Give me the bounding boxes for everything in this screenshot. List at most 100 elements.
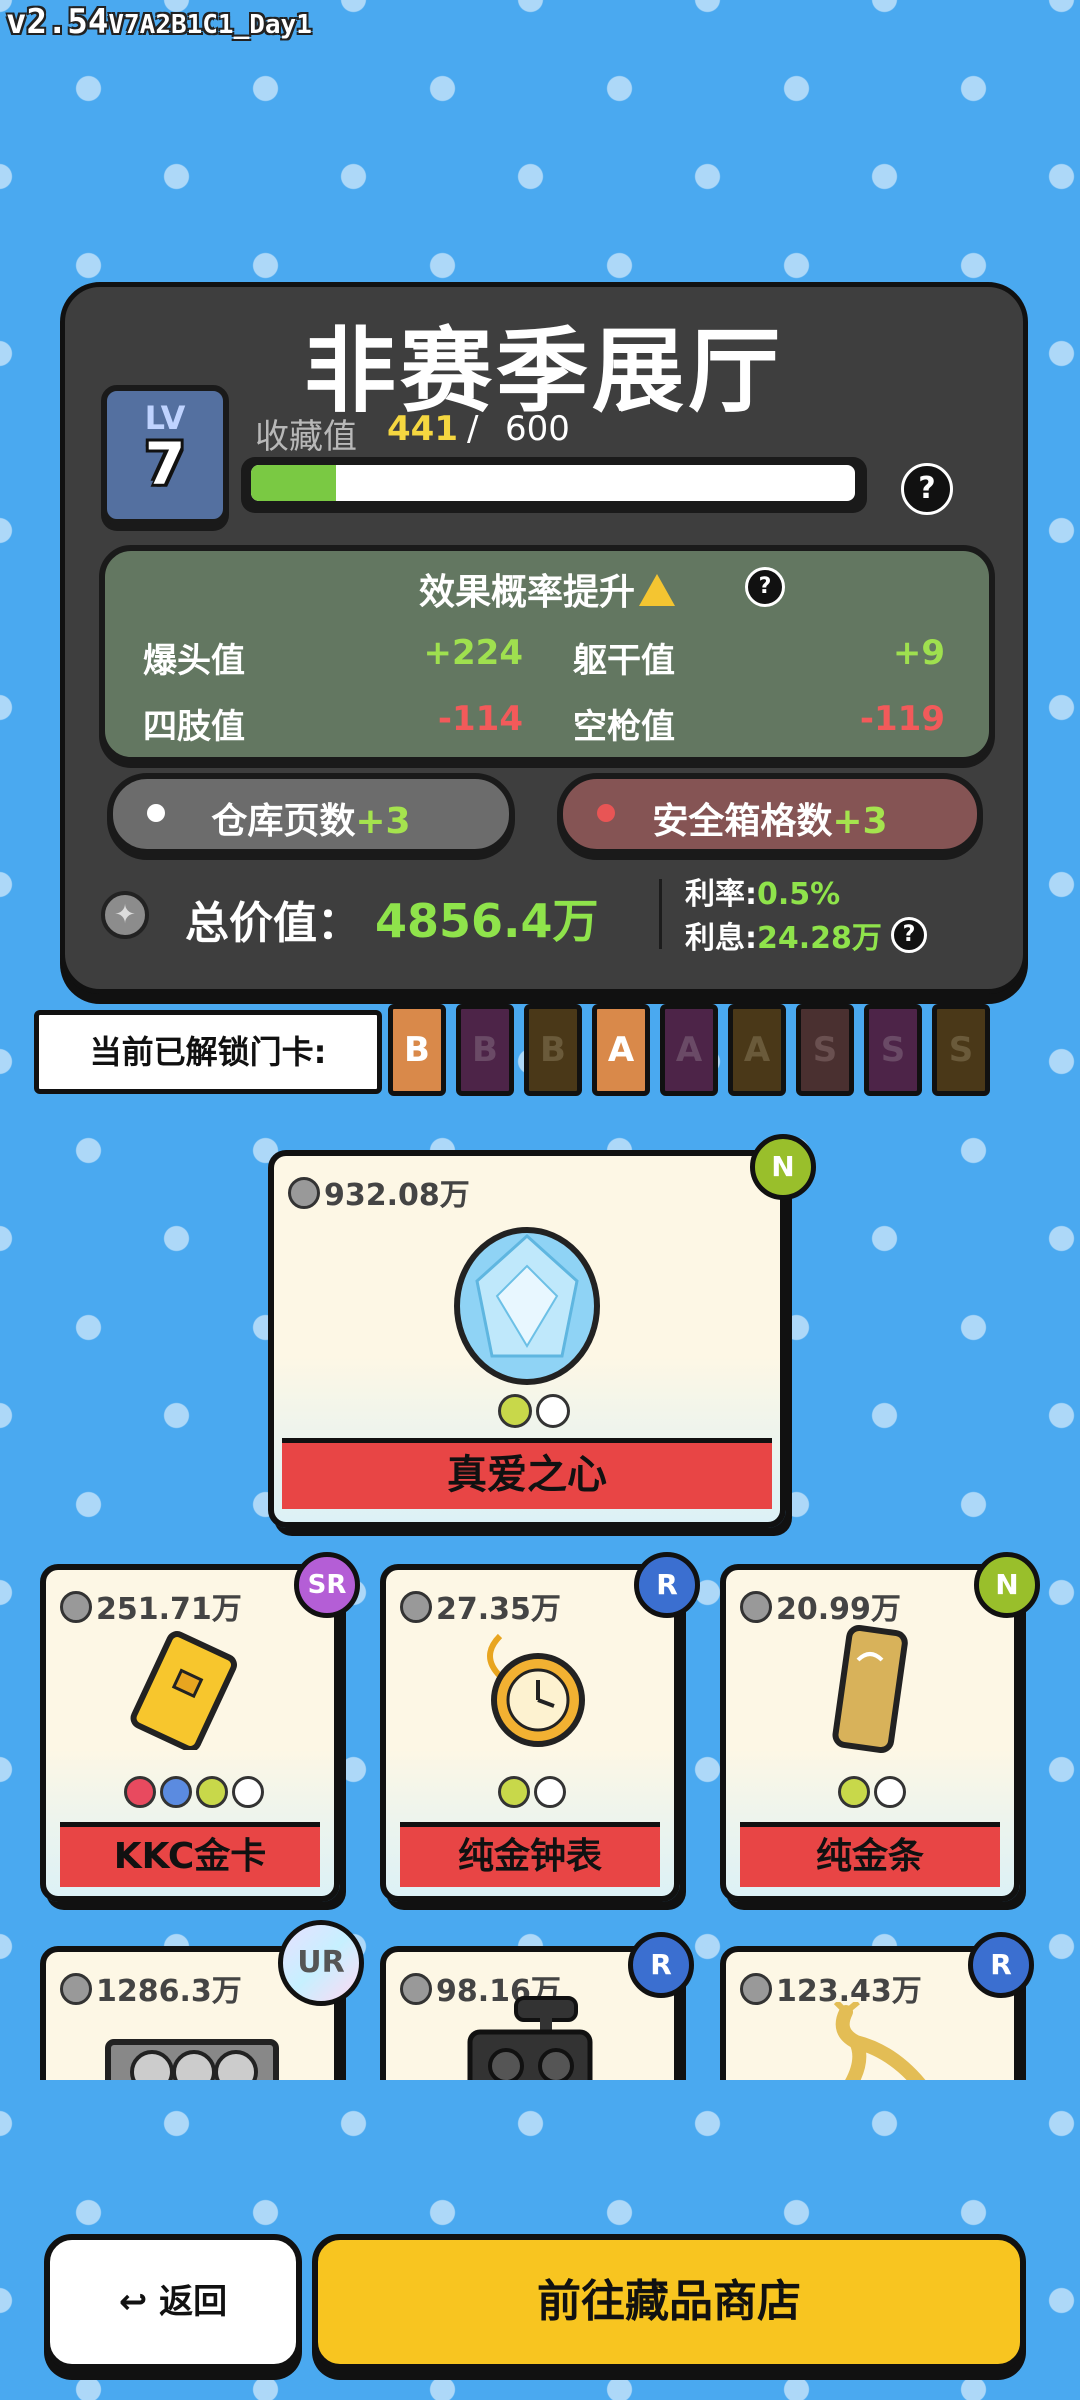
collectible-card[interactable]: 251.71万 SR KKC金卡 <box>40 1552 360 1902</box>
warehouse-bonus: +3 <box>355 801 411 842</box>
collection-progress-fill <box>251 465 336 501</box>
slot-indicators <box>496 1776 568 1812</box>
effects-panel: 效果概率提升 ? 爆头值 +224 躯干值 +9 四肢值 -114 空枪值 -1… <box>99 545 995 763</box>
collection-progress-bar <box>241 457 867 513</box>
gold-bar-icon <box>832 1624 908 1754</box>
keycard-s: S <box>864 1004 922 1096</box>
stat-name-limbs: 四肢值 <box>143 707 245 747</box>
item-name: 纯金钟表 <box>400 1822 660 1887</box>
effects-title: 效果概率提升 <box>105 563 989 615</box>
stat-name-miss: 空枪值 <box>573 707 675 747</box>
item-price: 27.35万 <box>400 1584 561 1628</box>
diamond-heart-icon <box>454 1227 600 1385</box>
golden-deer-icon <box>833 2002 926 2080</box>
stat-name-headshot: 爆头值 <box>143 641 245 681</box>
rarity-badge: N <box>750 1134 816 1200</box>
stat-value-headshot: +224 <box>423 633 523 673</box>
item-price: 1286.3万 <box>60 1966 242 2010</box>
back-button-label: 返回 <box>159 2282 228 2322</box>
coin-icon <box>60 1973 92 2005</box>
rarity-badge: R <box>634 1552 700 1618</box>
item-price-text: 251.71万 <box>96 1592 242 1627</box>
coin-icon: ✦ <box>101 891 149 939</box>
coin-icon <box>740 1973 772 2005</box>
collection-label: 收藏值 <box>255 417 357 457</box>
rarity-badge: UR <box>278 1920 364 2006</box>
keycard-a: A <box>592 1004 650 1096</box>
safe-box-slots-pill: 安全箱格数+3 <box>557 773 983 855</box>
keycard-b: B <box>524 1004 582 1096</box>
item-name: 真爱之心 <box>282 1438 772 1509</box>
rate-value: 0.5% <box>757 877 841 912</box>
slot-indicators <box>836 1776 908 1812</box>
item-price-text: 27.35万 <box>436 1592 561 1627</box>
stat-name-torso: 躯干值 <box>573 641 675 681</box>
rarity-badge: N <box>974 1552 1040 1618</box>
item-price-text: 1286.3万 <box>96 1974 242 2009</box>
version-label: v2.54V7A2B1C1_Day1 <box>6 2 312 42</box>
interest-label: 利息: <box>685 921 757 956</box>
collectibles-row-clipped: 1286.3万 98.16万 123.43万 <box>0 1936 1080 2080</box>
level-number: 7 <box>144 430 186 498</box>
slot-indicators <box>122 1776 266 1812</box>
coin-icon <box>60 1591 92 1623</box>
collection-separator: / <box>467 409 479 449</box>
level-badge: LV 7 <box>101 385 229 525</box>
coin-icon <box>400 1591 432 1623</box>
item-name: KKC金卡 <box>60 1822 320 1887</box>
keycard-a: A <box>660 1004 718 1096</box>
keycard-s: S <box>796 1004 854 1096</box>
keycard-b: B <box>388 1004 446 1096</box>
collectible-card[interactable]: 27.35万 R 纯金钟表 <box>380 1552 700 1902</box>
collectible-card[interactable]: 20.99万 N 纯金条 <box>720 1552 1040 1902</box>
unlocked-keycards-label: 当前已解锁门卡: <box>34 1010 382 1094</box>
collection-max: 600 <box>505 409 570 449</box>
slot-triangle-icon <box>536 1394 570 1428</box>
slot-circle-icon <box>498 1394 532 1428</box>
keycard-b: B <box>456 1004 514 1096</box>
coin-icon <box>740 1591 772 1623</box>
collection-current: 441 <box>387 409 458 449</box>
stat-value-limbs: -114 <box>437 699 523 739</box>
warning-triangle-icon <box>639 574 675 606</box>
interest-rate: 利率:0.5% <box>685 869 840 913</box>
interest-amount: 利息:24.28万 <box>685 913 882 957</box>
total-value-label: 总价值： <box>185 898 361 949</box>
pocket-watch-icon <box>487 1633 585 1747</box>
stat-value-torso: +9 <box>892 633 945 673</box>
hall-panel: 非赛季展厅 LV 7 收藏值 441 / 600 ? 效果概率提升 ? 爆头值 … <box>60 282 1028 994</box>
warehouse-label: 仓库页数 <box>211 801 356 842</box>
coin-icon <box>288 1177 320 1209</box>
rarity-badge: R <box>968 1932 1034 1998</box>
effects-help-icon[interactable]: ? <box>745 567 785 607</box>
safe-label: 安全箱格数 <box>652 801 833 842</box>
item-price: 251.71万 <box>60 1584 242 1628</box>
safe-bonus: +3 <box>832 801 888 842</box>
warehouse-pages-pill: 仓库页数+3 <box>107 773 515 855</box>
graphics-card-icon <box>105 2039 279 2080</box>
featured-collectible-card[interactable]: 932.08万 N 真爱之心 <box>268 1134 816 1528</box>
back-arrow-icon: ↩ <box>118 2282 160 2322</box>
interest-value: 24.28万 <box>757 921 882 956</box>
total-value: 4856.4万 <box>375 894 599 948</box>
version-number: v2.54 <box>6 2 109 42</box>
interest-help-icon[interactable]: ? <box>891 917 927 953</box>
rate-label: 利率: <box>685 877 757 912</box>
coin-icon <box>400 1973 432 2005</box>
keycard-a: A <box>728 1004 786 1096</box>
divider <box>659 879 662 949</box>
back-button[interactable]: ↩ 返回 <box>44 2234 302 2370</box>
item-price: 932.08万 <box>288 1170 470 1214</box>
item-name: 纯金条 <box>740 1822 1000 1887</box>
go-to-collection-shop-button[interactable]: 前往藏品商店 <box>312 2234 1026 2370</box>
item-price-text: 932.08万 <box>324 1178 470 1213</box>
slot-indicators <box>496 1394 572 1432</box>
keycard-s: S <box>932 1004 990 1096</box>
rarity-badge: R <box>628 1932 694 1998</box>
gold-card-icon <box>130 1631 237 1750</box>
stat-value-miss: -119 <box>859 699 945 739</box>
camera-icon <box>467 1996 593 2080</box>
build-label: V7A2B1C1_Day1 <box>108 10 312 40</box>
rarity-badge: SR <box>294 1552 360 1618</box>
help-icon[interactable]: ? <box>901 463 953 515</box>
